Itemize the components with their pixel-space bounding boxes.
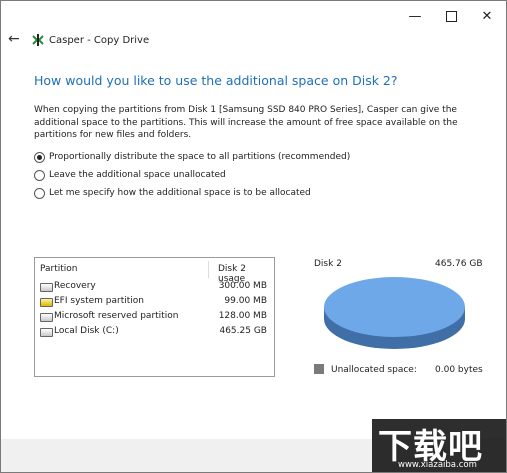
partition-table: Partition Disk 2 usage Recovery 300.00 M… — [34, 257, 275, 377]
partition-size: 99.00 MB — [224, 296, 267, 306]
watermark-url: www.xiazaiba.com — [398, 460, 477, 470]
page-heading: How would you like to use the additional… — [34, 73, 398, 88]
option-label: Let me specify how the additional space … — [49, 188, 311, 198]
partition-size: 465.25 GB — [219, 326, 267, 336]
radio-selected-icon[interactable] — [34, 151, 45, 163]
radio-icon[interactable] — [34, 187, 45, 199]
drive-icon — [40, 328, 53, 337]
description-text: When copying the partitions from Disk 1 … — [34, 105, 458, 140]
radio-icon[interactable] — [34, 169, 45, 181]
watermark: 下载吧 www.xiazaiba.com — [372, 419, 506, 472]
disk-pie-chart — [324, 277, 465, 349]
partition-name: Microsoft reserved partition — [54, 311, 179, 321]
column-header-partition[interactable]: Partition — [40, 264, 78, 274]
page-title: Copy Drive — [93, 35, 150, 46]
partition-name: Local Disk (C:) — [54, 326, 119, 336]
drive-icon — [40, 313, 53, 322]
unallocated-value: 0.00 bytes — [435, 365, 483, 375]
option-proportional[interactable]: Proportionally distribute the space to a… — [34, 150, 350, 164]
app-name: Casper — [49, 35, 84, 46]
partition-size: 300.00 MB — [218, 281, 267, 291]
column-divider[interactable] — [208, 261, 209, 278]
disk-size: 465.76 GB — [435, 259, 483, 269]
efi-drive-icon — [40, 298, 53, 307]
maximize-icon — [445, 10, 457, 22]
table-row[interactable]: EFI system partition 99.00 MB — [39, 295, 271, 309]
option-label: Proportionally distribute the space to a… — [49, 152, 351, 162]
casper-logo-icon — [32, 34, 44, 46]
partition-size: 128.00 MB — [218, 311, 267, 321]
pie-top — [324, 277, 465, 337]
unallocated-legend-swatch — [314, 364, 324, 374]
partition-name: EFI system partition — [54, 296, 144, 306]
window-title: Casper - Copy Drive — [49, 35, 149, 46]
maximize-button[interactable] — [434, 1, 468, 31]
application-window: — ✕ ← Casper - Copy Drive How would you … — [0, 0, 507, 473]
title-bar: — ✕ — [1, 1, 506, 31]
disk-label: Disk 2 — [314, 259, 342, 269]
table-row[interactable]: Recovery 300.00 MB — [39, 280, 271, 294]
drive-icon — [40, 283, 53, 292]
table-row[interactable]: Local Disk (C:) 465.25 GB — [39, 325, 271, 339]
title-separator: - — [83, 35, 94, 46]
option-unallocated[interactable]: Leave the additional space unallocated — [34, 168, 226, 182]
unallocated-label: Unallocated space: — [331, 365, 417, 375]
back-button[interactable]: ← — [8, 31, 20, 47]
minimize-button[interactable]: — — [398, 1, 432, 31]
option-custom[interactable]: Let me specify how the additional space … — [34, 186, 311, 200]
option-label: Leave the additional space unallocated — [49, 170, 226, 180]
table-row[interactable]: Microsoft reserved partition 128.00 MB — [39, 310, 271, 324]
partition-name: Recovery — [54, 281, 96, 291]
close-button[interactable]: ✕ — [470, 1, 504, 31]
